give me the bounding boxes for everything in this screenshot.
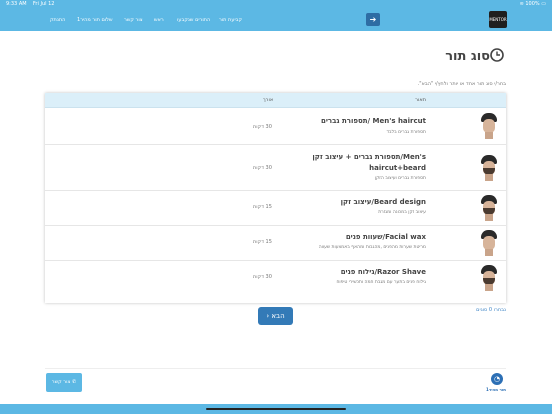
battery-icon: ▭ [541,1,546,7]
clock-icon [490,48,504,62]
service-description: עיצוב זקן במכונה ומגזרת [378,210,426,215]
service-length: 30 דקות [253,124,272,130]
service-length: 15 דקות [253,239,272,245]
avatar [478,155,500,181]
service-name: תספורת גברים + עיצוב זקן/Men's haircut+b… [312,153,426,172]
column-header-length: אורך [263,97,274,103]
status-bar: 9:33 AM Fri Jul 12 ≋ 100% ▭ [0,0,552,9]
service-name: תספורת גברים/ Men's haircut [320,117,426,125]
battery-percent: 100% [525,1,540,7]
brand-logo-text: MENTOR [489,17,507,22]
nav-link-contact[interactable]: צור קשר [124,9,143,31]
service-name: שעוות פנים/Facial wax [345,233,426,241]
brand-logo-icon: ◔ [491,373,503,385]
contact-label: צור קשר [51,379,71,385]
nav-link-home[interactable]: ראש [154,9,164,31]
avatar [478,265,500,291]
table-row[interactable]: תספורת גברים/ Men's haircut תספורת גברים… [45,108,506,145]
service-name: עיצוב זקן/Beard design [340,198,426,206]
status-date: Fri Jul 12 [32,1,55,7]
top-navbar: קביעת תור התורים שנקבעו ראש צור קשר שלום… [0,9,552,31]
column-header-title: תאור [415,97,426,103]
nav-link-book-appointment[interactable]: קביעת תור [219,9,242,31]
table-row[interactable]: גילוח פנים/Razor Shave גילוח פנים בתער ע… [45,261,506,295]
instruction-text: בחר/י סוג תור אחד או יותר ולחץ/י "הבא". [417,81,506,87]
phone-icon: ✆ [72,379,77,385]
table-row[interactable]: עיצוב זקן/Beard design עיצוב זקן במכונה … [45,191,506,226]
contact-button[interactable]: ✆ צור קשר [46,373,82,392]
login-arrow-icon: ➔ [369,15,377,24]
footer-brand[interactable]: ◔ תור מהיר1 [485,373,507,395]
avatar [478,195,500,221]
nav-link-booked-appointments[interactable]: התורים שנקבעו [177,9,210,31]
wifi-icon: ≋ [519,1,524,7]
chevron-left-icon: ‹ [266,312,270,320]
footer-divider [45,368,506,369]
status-right: ≋ 100% ▭ [520,0,546,9]
service-description: גילוח פנים בתער עם מגבת חמה ותכשירי טיפו… [336,280,426,285]
login-button[interactable]: ➔ [366,13,380,26]
brand-logo[interactable]: MENTOR [489,11,507,28]
service-name: גילוח פנים/Razor Shave [340,268,426,276]
status-time-date: 9:33 AM Fri Jul 12 [6,0,54,9]
table-row[interactable]: תספורת גברים + עיצוב זקן/Men's haircut+b… [45,145,506,191]
table-header: תאור אורך [45,93,506,108]
nav-link-logout[interactable]: התנתק [50,9,65,31]
next-label: הבא [271,312,285,320]
page-title: סוג תור [445,49,490,64]
service-description: תספורת גברים בלבד [386,130,426,135]
service-length: 30 דקות [253,165,272,171]
service-description: מריטת שערות מהפנים ,מהגבות ומהאף באמצעות… [318,245,426,250]
status-time: 9:33 AM [6,1,27,7]
service-length: 30 דקות [253,274,272,280]
next-button[interactable]: הבא ‹ [258,307,293,325]
nav-link-greeting[interactable]: שלום תור מהיר1 [77,9,113,31]
selected-count: נבחרו 0 סוגים [476,307,506,313]
services-table: תאור אורך תספורת גברים/ Men's haircut תס… [45,93,506,303]
footer-brand-text: תור מהיר1 [486,387,506,392]
avatar [478,230,500,256]
service-description: תספורת גברים ועיצוב הזקן [374,176,426,181]
service-length: 15 דקות [253,204,272,210]
home-indicator[interactable] [206,408,346,410]
table-row[interactable]: שעוות פנים/Facial wax מריטת שערות מהפנים… [45,226,506,261]
avatar [478,113,500,139]
